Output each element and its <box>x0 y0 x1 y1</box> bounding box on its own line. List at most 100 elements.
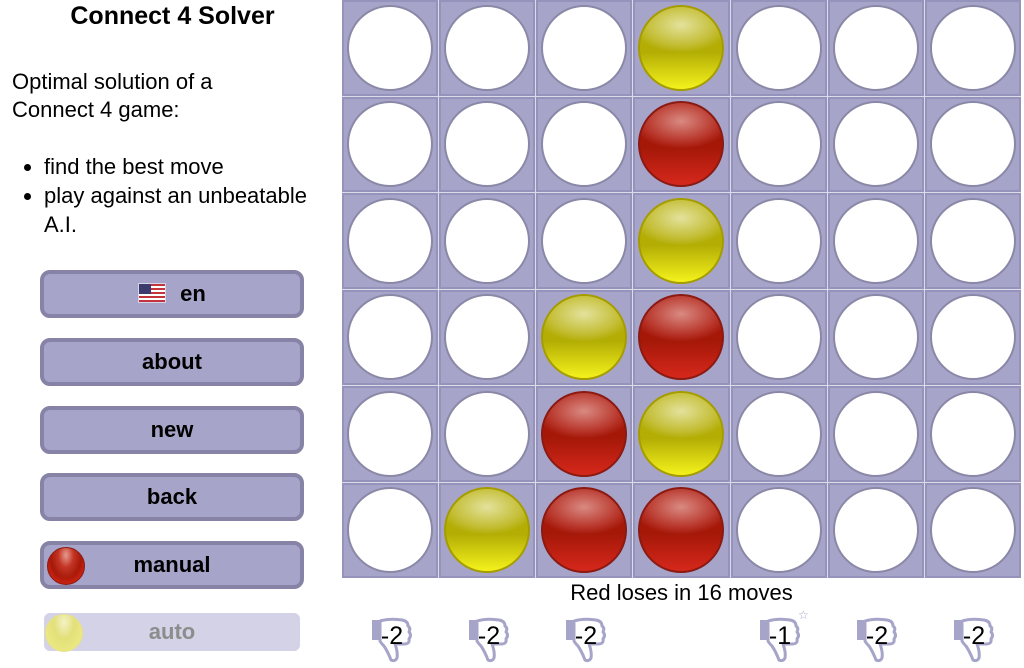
back-button[interactable]: back <box>40 473 304 521</box>
sidebar: Connect 4 Solver Optimal solution of a C… <box>0 0 340 668</box>
board-cell[interactable] <box>536 0 633 96</box>
empty-slot <box>347 197 434 284</box>
yellow-piece <box>638 197 725 284</box>
column-hint[interactable]: -2 <box>827 608 923 668</box>
board-cell[interactable] <box>730 0 827 96</box>
board-cell[interactable] <box>439 289 536 385</box>
new-game-button[interactable]: new <box>40 406 304 454</box>
board-cell[interactable] <box>827 193 924 289</box>
board-cell[interactable] <box>342 0 439 96</box>
empty-slot <box>541 4 628 91</box>
auto-mode-button[interactable]: auto <box>44 613 300 652</box>
red-piece <box>638 101 725 188</box>
column-hint[interactable]: -2 <box>924 608 1020 668</box>
board-cell[interactable] <box>924 0 1021 96</box>
board-cell[interactable] <box>730 289 827 385</box>
empty-slot <box>832 197 919 284</box>
red-piece <box>541 487 628 574</box>
board-cell[interactable] <box>924 193 1021 289</box>
board-cell[interactable] <box>924 482 1021 578</box>
empty-slot <box>832 390 919 477</box>
yellow-piece <box>638 4 725 91</box>
board-cell[interactable] <box>924 386 1021 482</box>
language-button[interactable]: en <box>40 270 304 318</box>
yellow-piece <box>638 390 725 477</box>
hint-score: -1 <box>768 622 792 650</box>
board-cell[interactable] <box>633 96 730 192</box>
empty-slot <box>541 197 628 284</box>
manual-button-label: manual <box>133 552 211 577</box>
board-cell[interactable] <box>633 289 730 385</box>
board-cell[interactable] <box>536 386 633 482</box>
board-cell[interactable] <box>730 482 827 578</box>
auto-button-label: auto <box>148 619 196 644</box>
board-cell[interactable] <box>439 482 536 578</box>
back-button-label: back <box>146 484 198 509</box>
board-cell[interactable] <box>924 289 1021 385</box>
about-button[interactable]: about <box>40 338 304 386</box>
board-cell[interactable] <box>342 482 439 578</box>
board-cell[interactable] <box>730 193 827 289</box>
empty-slot <box>444 197 531 284</box>
empty-slot <box>735 4 822 91</box>
empty-slot <box>735 390 822 477</box>
board-cell[interactable] <box>536 289 633 385</box>
empty-slot <box>444 390 531 477</box>
yellow-piece <box>444 487 531 574</box>
game-board[interactable] <box>342 0 1021 578</box>
board-cell[interactable] <box>439 96 536 192</box>
board-cell[interactable] <box>924 96 1021 192</box>
empty-slot <box>929 487 1016 574</box>
manual-mode-button[interactable]: manual <box>40 541 304 589</box>
board-cell[interactable] <box>633 193 730 289</box>
board-cell[interactable] <box>633 482 730 578</box>
board-cell[interactable] <box>342 193 439 289</box>
red-piece-icon <box>47 547 85 585</box>
board-cell[interactable] <box>536 193 633 289</box>
board-cell[interactable] <box>633 386 730 482</box>
board-cell[interactable] <box>730 96 827 192</box>
hint-score: -2 <box>380 622 404 650</box>
column-hint[interactable]: -1 ☆ <box>730 608 826 668</box>
empty-slot <box>735 294 822 381</box>
feature-item: play against an unbeatable A.I. <box>44 181 340 239</box>
board-cell[interactable] <box>536 482 633 578</box>
column-hint[interactable]: -2 <box>439 608 535 668</box>
empty-slot <box>347 390 434 477</box>
board-cell[interactable] <box>439 386 536 482</box>
hint-score: -2 <box>962 622 986 650</box>
board-cell[interactable] <box>342 386 439 482</box>
board-cell[interactable] <box>439 0 536 96</box>
board-cell[interactable] <box>342 289 439 385</box>
column-hint[interactable]: -2 <box>536 608 632 668</box>
board-cell[interactable] <box>827 482 924 578</box>
board-cell[interactable] <box>730 386 827 482</box>
board-cell[interactable] <box>342 96 439 192</box>
empty-slot <box>929 4 1016 91</box>
empty-slot <box>444 294 531 381</box>
empty-slot <box>832 101 919 188</box>
hint-score: -2 <box>865 622 889 650</box>
board-cell[interactable] <box>827 386 924 482</box>
feature-item: find the best move <box>44 152 340 181</box>
hint-score: -2 <box>477 622 501 650</box>
empty-slot <box>832 294 919 381</box>
board-cell[interactable] <box>827 96 924 192</box>
move-hints: -2 -2 -2 -1 ☆ -2 -2 <box>342 608 1021 668</box>
empty-slot <box>929 294 1016 381</box>
about-button-label: about <box>142 349 202 374</box>
empty-slot <box>735 101 822 188</box>
new-button-label: new <box>150 417 194 442</box>
empty-slot <box>347 101 434 188</box>
empty-slot <box>929 101 1016 188</box>
board-cell[interactable] <box>827 289 924 385</box>
status-text: Red loses in 16 moves <box>570 580 793 605</box>
empty-slot <box>347 487 434 574</box>
board-cell[interactable] <box>439 193 536 289</box>
feature-list: find the best move play against an unbea… <box>20 152 340 239</box>
empty-slot <box>929 197 1016 284</box>
column-hint[interactable]: -2 <box>342 608 438 668</box>
board-cell[interactable] <box>827 0 924 96</box>
board-cell[interactable] <box>633 0 730 96</box>
board-cell[interactable] <box>536 96 633 192</box>
